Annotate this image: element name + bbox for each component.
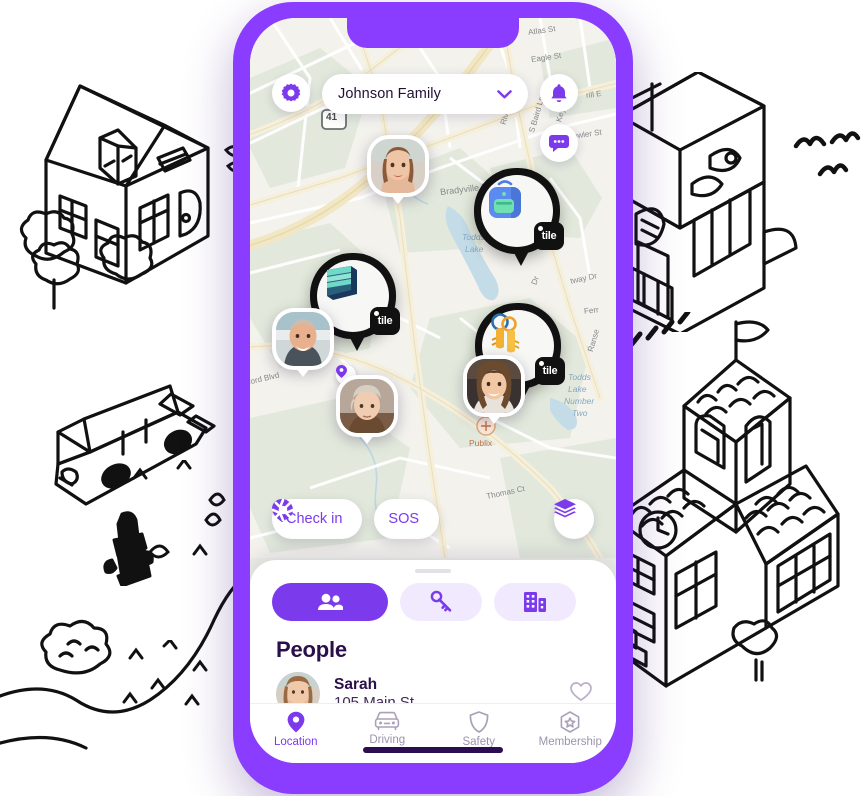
nav-label: Driving xyxy=(369,734,406,746)
nav-item-membership[interactable]: Membership xyxy=(525,711,617,748)
avatar-marker-mom[interactable] xyxy=(463,355,525,417)
sos-button[interactable]: SOS xyxy=(272,499,440,539)
car-illustration xyxy=(54,384,216,506)
page-root: Atlas St Eagle St rill E Riviera S Baird… xyxy=(0,0,867,796)
avatar-marker-teen-boy[interactable] xyxy=(336,375,398,437)
check-in-label: Check in xyxy=(286,511,343,527)
people-icon xyxy=(318,593,343,610)
path-illustration xyxy=(0,572,250,750)
nav-item-safety[interactable]: Safety xyxy=(433,711,525,748)
map-label: Ferr xyxy=(583,305,600,316)
bakery-shop-illustration xyxy=(618,72,798,332)
sheet-tabs xyxy=(250,573,616,621)
wallet-icon xyxy=(327,266,357,300)
map-layers-button[interactable] xyxy=(554,499,594,539)
sprigs-illustration xyxy=(122,640,208,706)
family-name-label: Johnson Family xyxy=(338,86,441,102)
tab-people[interactable] xyxy=(272,583,388,621)
map-label: Number xyxy=(564,396,595,406)
settings-button[interactable] xyxy=(272,74,310,112)
phone-mockup: Atlas St Eagle St rill E Riviera S Baird… xyxy=(233,2,633,794)
sos-label: SOS xyxy=(388,511,420,527)
fire-hydrant-illustration xyxy=(103,511,154,586)
sheet-title: People xyxy=(276,637,347,662)
backpack-icon xyxy=(489,180,521,218)
notifications-button[interactable] xyxy=(540,74,578,112)
lifebuoy-icon xyxy=(272,499,294,521)
avatar-pin[interactable] xyxy=(367,135,429,197)
family-selector[interactable]: Johnson Family xyxy=(322,74,528,114)
top-bar: Johnson Family xyxy=(250,62,616,162)
map-label-highway-41: 41 xyxy=(326,112,338,123)
birds-illustration xyxy=(793,131,861,177)
tree-illustration xyxy=(40,619,112,675)
avatar-pin[interactable] xyxy=(336,375,398,437)
bell-icon xyxy=(551,84,567,102)
map-action-buttons: Check in SOS xyxy=(272,499,440,539)
messages-button[interactable] xyxy=(540,124,578,162)
bottom-navigation: Location Driving Safety Membership xyxy=(250,703,616,763)
tile-badge-dot xyxy=(538,226,543,231)
chevron-down-icon xyxy=(497,89,512,98)
person-name: Sarah xyxy=(334,675,378,693)
house-illustration xyxy=(19,84,210,310)
heart-outline-icon xyxy=(570,681,592,701)
location-pin-icon xyxy=(287,711,305,733)
nav-item-location[interactable]: Location xyxy=(250,711,342,748)
phone-notch xyxy=(347,18,519,48)
map-label-publix: Publix xyxy=(469,438,493,448)
map-label: Lake xyxy=(568,384,587,394)
shield-icon xyxy=(469,711,489,733)
home-indicator xyxy=(363,747,503,753)
map-label: Todds xyxy=(568,372,591,382)
avatar-marker-dad[interactable] xyxy=(272,308,334,370)
tile-pin[interactable]: tile xyxy=(474,168,564,266)
avatar-pin[interactable] xyxy=(463,355,525,417)
tile-badge: tile xyxy=(534,222,564,250)
chat-bubble-icon xyxy=(549,135,569,152)
nav-label: Location xyxy=(274,736,318,748)
buildings-icon xyxy=(524,592,546,612)
avatar-photo xyxy=(371,139,425,193)
gear-icon xyxy=(281,83,301,102)
tile-badge: tile xyxy=(535,357,565,385)
tab-things[interactable] xyxy=(400,583,482,621)
tile-marker-backpack[interactable]: tile xyxy=(474,168,564,266)
keys-icon xyxy=(491,313,520,353)
nav-label: Membership xyxy=(538,736,602,748)
keys-icon xyxy=(430,590,452,612)
tab-places[interactable] xyxy=(494,583,576,621)
layers-icon xyxy=(554,499,576,518)
star-badge-icon xyxy=(560,711,580,733)
map-label: Two xyxy=(572,408,588,418)
car-icon xyxy=(375,711,400,731)
avatar-photo xyxy=(340,379,394,433)
tile-badge-dot xyxy=(539,361,544,366)
avatar-marker-teen-girl[interactable] xyxy=(367,135,429,197)
school-building-illustration xyxy=(610,320,840,688)
tile-badge: tile xyxy=(370,307,400,335)
phone-screen: Atlas St Eagle St rill E Riviera S Baird… xyxy=(250,18,616,763)
avatar-pin[interactable] xyxy=(272,308,334,370)
tile-badge-dot xyxy=(374,311,379,316)
nav-item-driving[interactable]: Driving xyxy=(342,711,434,746)
avatar-photo xyxy=(276,312,330,366)
sprigs-left-illustration xyxy=(132,460,226,559)
avatar-photo xyxy=(467,359,521,413)
